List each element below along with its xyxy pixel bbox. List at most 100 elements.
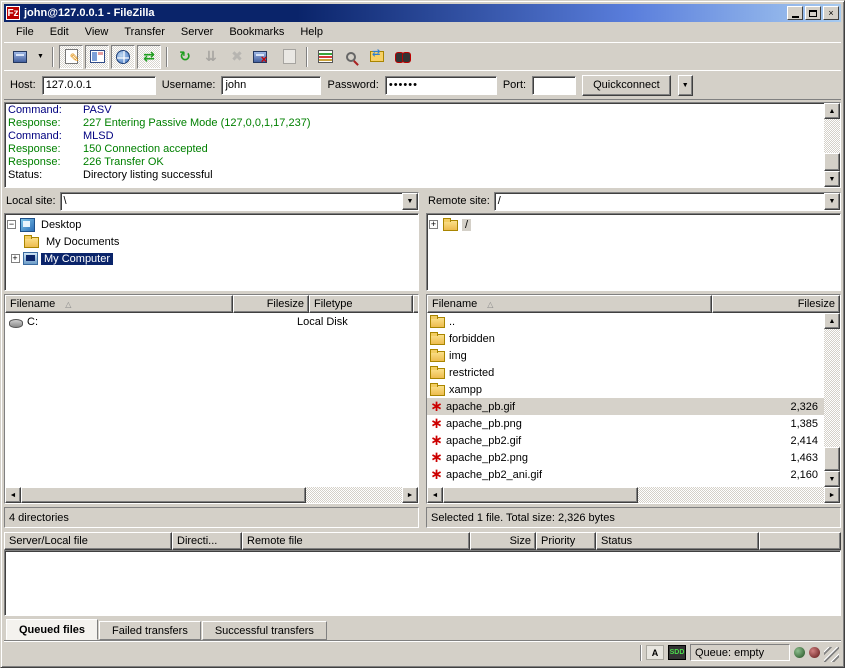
remote-file-row[interactable]: restricted	[427, 364, 824, 381]
remote-site-combo[interactable]: / ▼	[494, 192, 841, 211]
menu-help[interactable]: Help	[292, 24, 331, 40]
directory-comparison-button[interactable]	[339, 45, 363, 69]
scroll-right-button[interactable]: ►	[402, 487, 418, 503]
local-file-row[interactable]: C: Local Disk	[5, 313, 418, 330]
expand-icon[interactable]: +	[429, 220, 438, 229]
column-remote-file[interactable]: Remote file	[242, 532, 470, 550]
find-files-button[interactable]	[391, 45, 415, 69]
column-filename[interactable]: Filename△	[427, 295, 712, 313]
remote-file-row[interactable]: img	[427, 347, 824, 364]
host-input[interactable]	[42, 76, 156, 95]
folder-icon	[430, 368, 445, 379]
minimize-icon	[792, 16, 799, 18]
column-filename[interactable]: Filename△	[5, 295, 233, 313]
cancel-operation-button[interactable]: ✖	[225, 45, 249, 69]
process-queue-button[interactable]: ⇊	[199, 45, 223, 69]
remote-file-row[interactable]: ∗apache_pb.png1,385	[427, 415, 824, 432]
scrollbar-thumb[interactable]	[824, 447, 840, 471]
filter-button[interactable]	[313, 45, 337, 69]
remote-file-row-selected[interactable]: ∗apache_pb.gif2,326	[427, 398, 824, 415]
remote-site-dropdown[interactable]: ▼	[824, 193, 840, 210]
toggle-local-tree-button[interactable]	[85, 45, 109, 69]
toggle-remote-tree-button[interactable]	[111, 45, 135, 69]
column-filesize[interactable]: Filesize	[712, 295, 840, 313]
synchronized-browsing-button[interactable]	[365, 45, 389, 69]
tab-successful-transfers[interactable]: Successful transfers	[202, 621, 327, 640]
site-manager-button[interactable]	[8, 45, 32, 69]
toggle-message-log-button[interactable]: ✎	[59, 45, 83, 69]
column-last-modified[interactable]: L	[413, 295, 418, 313]
scroll-down-button[interactable]: ▼	[824, 171, 840, 187]
remote-file-row[interactable]: ∗apache_pb2.png1,463	[427, 449, 824, 466]
reconnect-button[interactable]	[277, 45, 301, 69]
remote-file-row[interactable]: xampp	[427, 381, 824, 398]
scroll-left-button[interactable]: ◄	[427, 487, 443, 503]
tree-item-desktop[interactable]: − Desktop	[7, 216, 418, 233]
remote-file-row[interactable]: forbidden	[427, 330, 824, 347]
quickconnect-dropdown[interactable]: ▼	[678, 75, 693, 96]
column-direction[interactable]: Directi...	[172, 532, 242, 550]
local-tree-icon	[90, 50, 105, 63]
local-site-label: Local site:	[4, 195, 56, 207]
tab-failed-transfers[interactable]: Failed transfers	[99, 621, 201, 640]
scroll-up-button[interactable]: ▲	[824, 103, 840, 119]
menu-bookmarks[interactable]: Bookmarks	[221, 24, 292, 40]
toolbar-separator	[52, 47, 54, 67]
chevron-down-icon: ▼	[407, 198, 414, 205]
remote-file-row[interactable]: ∗apache_pb2_ani.gif2,160	[427, 466, 824, 483]
scroll-down-button[interactable]: ▼	[824, 471, 840, 487]
column-priority[interactable]: Priority	[536, 532, 596, 550]
maximize-button[interactable]	[805, 6, 821, 20]
minimize-button[interactable]	[787, 6, 803, 20]
local-site-dropdown[interactable]: ▼	[402, 193, 418, 210]
column-filesize[interactable]: Filesize	[233, 295, 309, 313]
tree-item-my-computer[interactable]: + My Computer	[7, 250, 418, 267]
scrollbar-thumb[interactable]	[824, 153, 840, 171]
expand-icon[interactable]: +	[11, 254, 20, 263]
disconnect-button[interactable]: ×	[251, 45, 275, 69]
remote-status-text: Selected 1 file. Total size: 2,326 bytes	[426, 507, 841, 528]
scrollbar-thumb[interactable]	[21, 487, 306, 503]
local-site-combo[interactable]: \ ▼	[60, 192, 419, 211]
collapse-icon[interactable]: −	[7, 220, 16, 229]
site-manager-dropdown[interactable]: ▼	[34, 46, 47, 68]
column-status[interactable]: Status	[596, 532, 759, 550]
column-filetype[interactable]: Filetype	[309, 295, 413, 313]
quickconnect-button[interactable]: Quickconnect	[582, 75, 671, 96]
remote-file-row[interactable]: ∗apache_pb2.gif2,414	[427, 432, 824, 449]
remote-file-row[interactable]: ..	[427, 313, 824, 330]
log-line: Response:150 Connection accepted	[5, 143, 824, 156]
scroll-right-button[interactable]: ►	[824, 487, 840, 503]
speed-limit-icon[interactable]: SDD	[668, 645, 686, 660]
tab-queued-files[interactable]: Queued files	[6, 619, 98, 640]
username-input[interactable]	[221, 76, 321, 95]
menu-server[interactable]: Server	[173, 24, 221, 40]
refresh-button[interactable]: ↻	[173, 45, 197, 69]
title-bar[interactable]: Fz john@127.0.0.1 - FileZilla ×	[4, 4, 841, 22]
scroll-up-button[interactable]: ▲	[824, 313, 840, 329]
column-size[interactable]: Size	[470, 532, 536, 550]
remote-hscrollbar[interactable]: ◄ ►	[427, 487, 840, 503]
tree-item-root[interactable]: + /	[429, 216, 840, 233]
folder-icon	[430, 334, 445, 345]
menu-view[interactable]: View	[77, 24, 117, 40]
tree-item-my-documents[interactable]: My Documents	[7, 233, 418, 250]
toggle-queue-button[interactable]: ⇄	[137, 45, 161, 69]
scrollbar-thumb[interactable]	[443, 487, 638, 503]
remote-vscrollbar[interactable]: ▲ ▼	[824, 313, 840, 487]
resize-grip[interactable]	[824, 647, 839, 662]
scroll-left-button[interactable]: ◄	[5, 487, 21, 503]
menu-transfer[interactable]: Transfer	[116, 24, 173, 40]
local-hscrollbar[interactable]: ◄ ►	[5, 487, 418, 503]
log-scrollbar[interactable]: ▲ ▼	[824, 103, 840, 187]
column-server-local-file[interactable]: Server/Local file	[4, 532, 172, 550]
arrow-up-icon: ▲	[829, 108, 836, 115]
transfer-type-icon[interactable]: A	[646, 645, 664, 660]
menu-file[interactable]: File	[8, 24, 42, 40]
close-button[interactable]: ×	[823, 6, 839, 20]
port-input[interactable]	[532, 76, 576, 95]
menu-edit[interactable]: Edit	[42, 24, 77, 40]
password-input[interactable]	[385, 76, 497, 95]
queue-header: Server/Local file Directi... Remote file…	[4, 532, 841, 550]
drive-icon	[9, 319, 23, 328]
